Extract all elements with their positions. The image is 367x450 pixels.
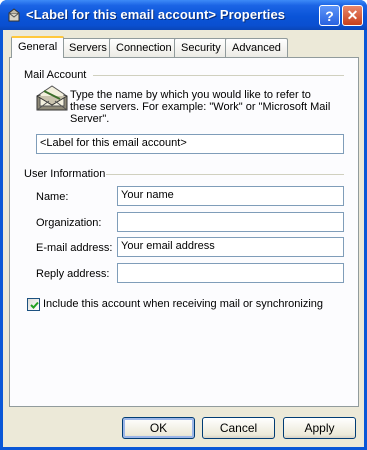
reply-address-input[interactable]: [117, 263, 344, 283]
apply-button-label: Apply: [304, 421, 335, 435]
account-label-value: <Label for this email account>: [40, 137, 187, 149]
name-value: Your name: [121, 189, 174, 201]
title-bar[interactable]: <Label for this email account> Propertie…: [0, 0, 367, 30]
account-label-input[interactable]: <Label for this email account>: [36, 134, 344, 154]
email-label: E-mail address:: [36, 242, 113, 254]
mail-account-group-label: Mail Account: [24, 69, 87, 81]
name-label: Name:: [36, 191, 69, 203]
cancel-button[interactable]: Cancel: [202, 417, 275, 439]
group-divider: [93, 75, 344, 76]
mail-envelope-icon: [35, 82, 69, 116]
tab-advanced[interactable]: Advanced: [225, 38, 288, 57]
email-input[interactable]: Your email address: [117, 237, 344, 257]
help-icon: ?: [325, 7, 334, 24]
tab-label: Advanced: [232, 42, 281, 54]
properties-dialog: <Label for this email account> Propertie…: [0, 0, 367, 450]
checkmark-icon: [30, 301, 39, 309]
include-account-label[interactable]: Include this account when receiving mail…: [43, 298, 323, 310]
tab-label: Servers: [69, 42, 107, 54]
tab-general[interactable]: General: [11, 36, 65, 58]
user-information-group-label: User Information: [24, 168, 106, 180]
window-title: <Label for this email account> Propertie…: [26, 7, 286, 22]
group-divider: [106, 174, 344, 175]
tab-label: Connection: [116, 42, 172, 54]
tab-label: General: [18, 41, 58, 53]
close-icon: ✕: [346, 7, 359, 23]
close-button[interactable]: ✕: [342, 5, 363, 26]
dialog-body: General Servers Connection Security Adva…: [3, 30, 364, 447]
ok-button[interactable]: OK: [122, 417, 195, 439]
organization-input[interactable]: [117, 212, 344, 232]
mail-account-icon: [6, 7, 22, 23]
include-account-checkbox[interactable]: [27, 298, 40, 311]
organization-label: Organization:: [36, 217, 102, 229]
mail-account-description: Type the name by which you would like to…: [70, 89, 331, 125]
name-input[interactable]: Your name: [117, 186, 344, 206]
reply-address-label: Reply address:: [36, 268, 110, 280]
tab-servers[interactable]: Servers: [62, 38, 114, 57]
apply-button[interactable]: Apply: [283, 417, 356, 439]
email-value: Your email address: [121, 240, 215, 252]
help-button[interactable]: ?: [319, 5, 340, 26]
ok-button-label: OK: [149, 421, 168, 435]
tab-security[interactable]: Security: [174, 38, 228, 57]
cancel-button-label: Cancel: [219, 421, 258, 435]
tab-connection[interactable]: Connection: [109, 38, 179, 57]
tab-label: Security: [181, 42, 221, 54]
